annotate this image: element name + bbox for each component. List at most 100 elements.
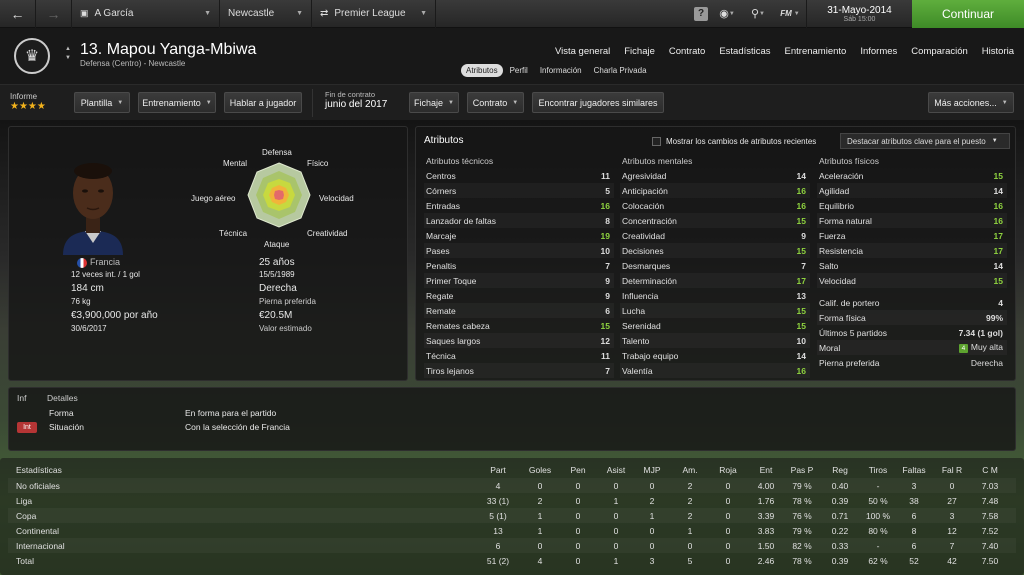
subtab-perfil[interactable]: Perfil <box>505 64 533 77</box>
forward-button[interactable]: → <box>36 0 72 28</box>
attribute-row[interactable]: Creatividad 9 <box>620 228 810 243</box>
attribute-row[interactable]: Valentía 16 <box>620 363 810 378</box>
statistics-column-header[interactable]: Ent <box>746 465 786 475</box>
statistics-column-header[interactable]: Reg <box>820 465 860 475</box>
statistics-column-header[interactable]: Tiros <box>858 465 898 475</box>
attribute-row[interactable]: Concentración 15 <box>620 213 810 228</box>
scout-report[interactable]: Informe ★★★★ <box>10 92 46 112</box>
tab-fichaje[interactable]: Fichaje <box>624 46 655 57</box>
attribute-row[interactable]: Pases 10 <box>424 243 614 258</box>
statistics-column-header[interactable]: Asist <box>596 465 636 475</box>
back-button[interactable]: ← <box>0 0 36 28</box>
statistics-row[interactable]: Continental 13 1 0 0 0 1 0 3.83 79 % 0.22 80 % 8 12 7.… <box>8 523 1016 538</box>
find-similar-players-button[interactable]: Encontrar jugadores similares <box>532 92 664 113</box>
date-display[interactable]: 31-Mayo-2014 Sáb 15:00 <box>806 0 912 28</box>
statistics-row[interactable]: Internacional 6 0 0 0 0 0 0 1.50 82 % 0.33 - 6 7 7.40 <box>8 538 1016 553</box>
talk-to-player-button[interactable]: Hablar a jugador <box>224 92 302 113</box>
attribute-row[interactable]: Tiros lejanos 7 <box>424 363 614 378</box>
attribute-row[interactable]: Agresividad 14 <box>620 168 810 183</box>
attribute-row[interactable]: Marcaje 19 <box>424 228 614 243</box>
attribute-row[interactable]: Penaltis 7 <box>424 258 614 273</box>
statistics-column-header[interactable]: Faltas <box>894 465 934 475</box>
statistics-column-header[interactable]: Am. <box>670 465 710 475</box>
statistics-row[interactable]: Liga 33 (1) 2 0 1 2 2 0 1.76 78 % 0.39 50 % 38 27 7.48 <box>8 493 1016 508</box>
attribute-row[interactable]: Centros 11 <box>424 168 614 183</box>
statistics-column-header[interactable]: C M <box>970 465 1010 475</box>
training-button[interactable]: Entrenamiento ▼ <box>138 92 216 113</box>
attribute-row[interactable]: Moral 4 Muy alta <box>817 340 1007 355</box>
attribute-row[interactable]: Aceleración 15 <box>817 168 1007 183</box>
attribute-row[interactable]: Calif. de portero 4 <box>817 295 1007 310</box>
statistics-column-header[interactable]: MJP <box>632 465 672 475</box>
statistics-column-header[interactable]: Part <box>478 465 518 475</box>
attribute-row[interactable]: Saques largos 12 <box>424 333 614 348</box>
attribute-row[interactable]: Forma física 99% <box>817 310 1007 325</box>
morale-badge: 4 <box>958 344 968 353</box>
attribute-row[interactable]: Serenidad 15 <box>620 318 810 333</box>
attribute-row[interactable]: Determinación 17 <box>620 273 810 288</box>
attribute-row[interactable]: Desmarques 7 <box>620 258 810 273</box>
statistics-column-header[interactable]: Fal R <box>932 465 972 475</box>
tab-comparacion[interactable]: Comparación <box>911 46 968 57</box>
competition-menu[interactable]: ⇄ Premier League ▼ <box>312 0 436 28</box>
attribute-row[interactable]: Regate 9 <box>424 288 614 303</box>
attribute-row[interactable]: Forma natural 16 <box>817 213 1007 228</box>
statistics-column-header[interactable]: Pas P <box>782 465 822 475</box>
subtab-atributos[interactable]: Atributos <box>461 64 503 77</box>
tab-vista-general[interactable]: Vista general <box>555 46 610 57</box>
statistics-row[interactable]: No oficiales 4 0 0 0 0 2 0 4.00 79 % 0.40 - 3 0 7.03 <box>8 478 1016 493</box>
statistics-row[interactable]: Total 51 (2) 4 0 1 3 5 0 2.46 78 % 0.39 62 % 52 42 7.5… <box>8 553 1016 568</box>
tab-entrenamiento[interactable]: Entrenamiento <box>785 46 847 57</box>
attribute-row[interactable]: Anticipación 16 <box>620 183 810 198</box>
contract-button[interactable]: Contrato ▼ <box>467 92 524 113</box>
squad-button[interactable]: Plantilla ▼ <box>74 92 130 113</box>
attribute-row[interactable]: Lucha 15 <box>620 303 810 318</box>
tab-informes[interactable]: Informes <box>860 46 897 57</box>
subtab-charla-privada[interactable]: Charla Privada <box>589 64 652 77</box>
tab-historia[interactable]: Historia <box>982 46 1014 57</box>
statistics-column-header[interactable]: Roja <box>708 465 748 475</box>
subtab-informacion[interactable]: Información <box>535 64 587 77</box>
nationality[interactable]: Francia <box>77 257 120 268</box>
statistics-row[interactable]: Copa 5 (1) 1 0 0 1 2 0 3.39 76 % 0.71 100 % 6 3 7.58 <box>8 508 1016 523</box>
attribute-value: 7 <box>605 365 610 376</box>
attribute-row[interactable]: Colocación 16 <box>620 198 810 213</box>
attribute-row[interactable]: Primer Toque 9 <box>424 273 614 288</box>
club-menu[interactable]: Newcastle ▼ <box>220 0 312 28</box>
attribute-row[interactable]: Trabajo equipo 14 <box>620 348 810 363</box>
attribute-row[interactable]: Agilidad 14 <box>817 183 1007 198</box>
show-changes-checkbox[interactable] <box>652 137 661 146</box>
more-actions-button[interactable]: Más acciones... ▼ <box>928 92 1014 113</box>
attribute-row[interactable]: Talento 10 <box>620 333 810 348</box>
attribute-row[interactable]: Equilibrio 16 <box>817 198 1007 213</box>
attribute-row[interactable]: Pierna preferida Derecha <box>817 355 1007 370</box>
player-navigation-arrows[interactable]: ▲ ▼ <box>65 45 71 63</box>
globe-button[interactable]: ◉ ▼ <box>712 0 742 28</box>
attribute-row[interactable]: Remate 6 <box>424 303 614 318</box>
fm-menu-button[interactable]: FM ▼ <box>774 0 806 28</box>
international-caps: 12 veces int. / 1 gol <box>71 270 140 279</box>
attribute-row[interactable]: Fuerza 17 <box>817 228 1007 243</box>
attribute-row[interactable]: Influencia 13 <box>620 288 810 303</box>
tab-contrato[interactable]: Contrato <box>669 46 705 57</box>
search-button[interactable]: ⚲ ▼ <box>742 0 774 28</box>
transfer-button[interactable]: Fichaje ▼ <box>409 92 459 113</box>
attribute-row[interactable]: Velocidad 15 <box>817 273 1007 288</box>
attribute-row[interactable]: Técnica 11 <box>424 348 614 363</box>
statistics-header-row: Estadísticas Part Goles Pen Asist MJP Am. Roja E… <box>8 462 1016 477</box>
manager-menu[interactable]: ▣ A García ▼ <box>72 0 220 28</box>
continue-button[interactable]: Continuar <box>912 0 1024 28</box>
attribute-row[interactable]: Remates cabeza 15 <box>424 318 614 333</box>
attribute-row[interactable]: Entradas 16 <box>424 198 614 213</box>
attribute-row[interactable]: Últimos 5 partidos 7.34 (1 gol) <box>817 325 1007 340</box>
highlight-key-attributes-dropdown[interactable]: Destacar atributos clave para el puesto ▼ <box>840 133 1010 149</box>
statistics-column-header[interactable]: Pen <box>558 465 598 475</box>
statistics-column-header[interactable]: Goles <box>520 465 560 475</box>
attribute-row[interactable]: Córners 5 <box>424 183 614 198</box>
attribute-row[interactable]: Lanzador de faltas 8 <box>424 213 614 228</box>
attribute-row[interactable]: Decisiones 15 <box>620 243 810 258</box>
tab-estadisticas[interactable]: Estadísticas <box>719 46 770 57</box>
help-button[interactable]: ? <box>690 0 712 28</box>
attribute-row[interactable]: Salto 14 <box>817 258 1007 273</box>
attribute-row[interactable]: Resistencia 17 <box>817 243 1007 258</box>
